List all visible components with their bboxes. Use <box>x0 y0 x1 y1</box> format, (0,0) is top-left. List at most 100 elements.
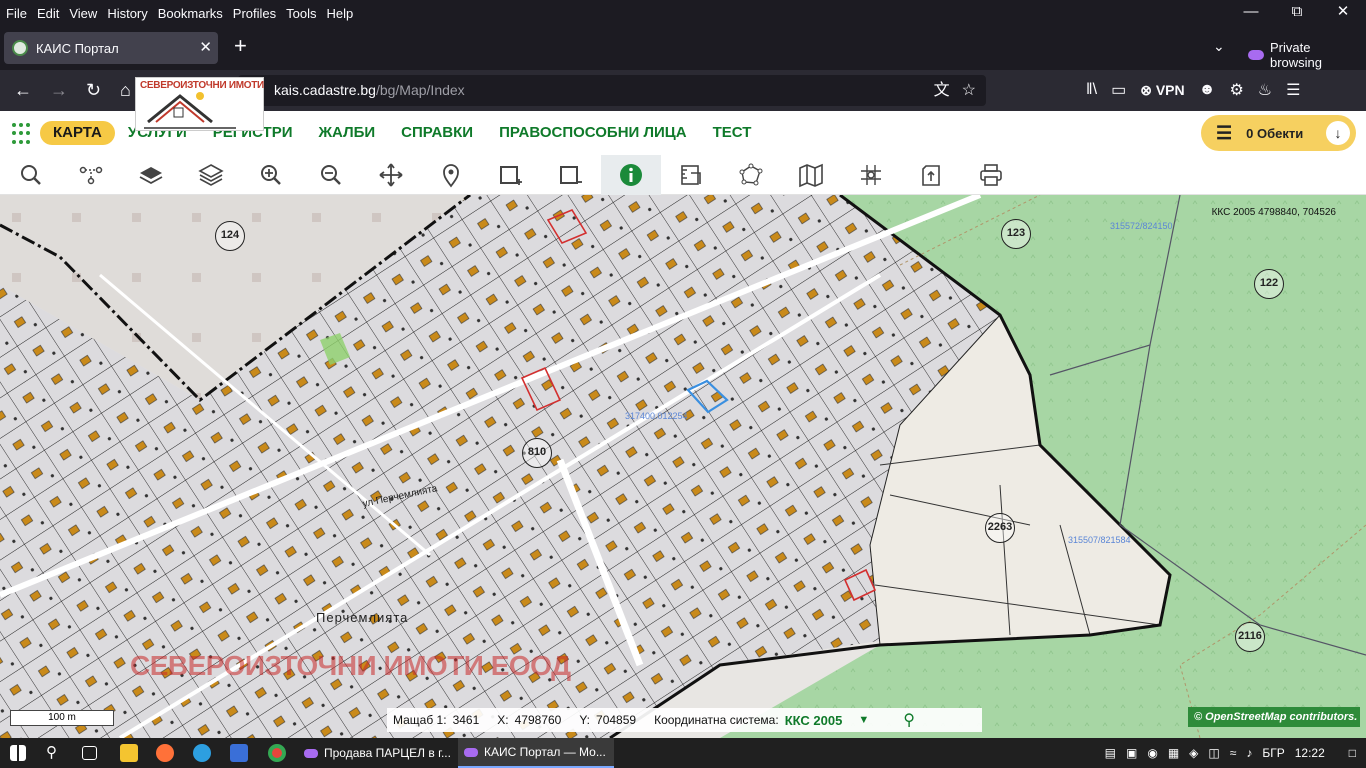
back-icon[interactable]: ← <box>14 78 32 102</box>
menu-hamburger-icon: ☰ <box>1216 122 1233 143</box>
new-tab-icon[interactable]: + <box>234 35 247 57</box>
url-domain: kais.cadastre.bg <box>274 82 376 98</box>
mail-icon[interactable] <box>230 744 248 762</box>
taskbar-app-kais[interactable]: КАИС Портал — Мо... <box>458 738 614 768</box>
measure-icon[interactable] <box>661 155 721 195</box>
menu-bookmarks[interactable]: Bookmarks <box>158 6 223 21</box>
camera-tray-icon[interactable]: ◉ <box>1147 746 1157 760</box>
menu-help[interactable]: Help <box>327 6 354 21</box>
language-indicator[interactable]: БГР <box>1262 746 1284 760</box>
vpn-button[interactable]: ⊗ VPN <box>1140 82 1184 99</box>
y-value: 704859 <box>596 713 637 727</box>
windows-start-icon[interactable] <box>10 745 26 761</box>
nav-test[interactable]: ТЕСТ <box>700 121 765 145</box>
menu-tools[interactable]: Tools <box>286 6 316 21</box>
library-icon[interactable]: ‖\ <box>1086 81 1097 99</box>
print-icon[interactable] <box>961 155 1021 195</box>
scale-bar: 100 m <box>10 710 114 726</box>
screen: File Edit View History Bookmarks Profile… <box>0 0 1366 768</box>
close-window-icon[interactable]: ✕ <box>1320 0 1366 26</box>
layers-icon[interactable] <box>181 155 241 195</box>
draw-rect-add-icon[interactable] <box>481 155 541 195</box>
site-favicon-icon <box>12 40 28 56</box>
menu-edit[interactable]: Edit <box>37 6 59 21</box>
place-label: Перчемлията <box>316 610 409 625</box>
export-icon[interactable] <box>901 155 961 195</box>
translate-icon[interactable]: 文 <box>934 75 950 106</box>
watermark-text: СЕВЕРОИЗТОЧНИ ИМОТИ ЕООД <box>130 650 571 681</box>
polygon-icon[interactable] <box>721 155 781 195</box>
minimize-icon[interactable]: — <box>1228 0 1274 26</box>
objects-button[interactable]: ☰ 0 Обекти ↓ <box>1201 115 1356 151</box>
search-icon[interactable] <box>1 155 61 195</box>
wifi-tray-icon[interactable]: ≈ <box>1230 746 1237 760</box>
security-tray-icon[interactable]: ◈ <box>1189 746 1198 760</box>
firefox-icon[interactable] <box>156 744 174 762</box>
zoom-in-icon[interactable] <box>241 155 301 195</box>
coordinate-system-select[interactable]: ККС 2005 <box>785 713 843 728</box>
extensions-icon[interactable]: ⚙ <box>1229 80 1243 100</box>
chrome-icon[interactable] <box>268 744 286 762</box>
menu-history[interactable]: History <box>107 6 147 21</box>
zoom-out-icon[interactable] <box>301 155 361 195</box>
app-tray-icon[interactable]: ▣ <box>1126 746 1137 760</box>
forward-icon[interactable]: → <box>50 78 68 102</box>
sidebar-icon[interactable]: ▭ <box>1111 80 1126 100</box>
url-bar-icons: 文 ☆ <box>934 75 976 106</box>
coordinate-search-icon[interactable]: ⚲ <box>903 710 915 730</box>
tab-title: КАИС Портал <box>36 40 119 56</box>
apps-grid-icon[interactable] <box>12 123 34 145</box>
coordinate-system-label: Координатна система: <box>654 713 779 727</box>
menu-file[interactable]: File <box>6 6 27 21</box>
scale-value: 3461 <box>452 713 480 727</box>
clock[interactable]: 12:22 <box>1295 746 1325 760</box>
network-tray-icon[interactable]: ▤ <box>1105 746 1116 760</box>
pan-icon[interactable] <box>361 155 421 195</box>
display-tray-icon[interactable]: ▦ <box>1168 746 1179 760</box>
dropdown-arrow-icon[interactable]: ▼ <box>858 714 869 726</box>
battery-tray-icon[interactable]: ◫ <box>1208 746 1219 760</box>
x-label: X: <box>497 713 509 727</box>
notifications-icon[interactable]: □ <box>1349 746 1356 760</box>
close-tab-icon[interactable]: ✕ <box>199 38 212 56</box>
fire-icon[interactable]: ♨ <box>1258 80 1272 100</box>
nav-pravosposobni-litsa[interactable]: ПРАВОСПОСОБНИ ЛИЦА <box>486 121 700 145</box>
app-menu-icon[interactable]: ☰ <box>1286 80 1300 100</box>
edge-icon[interactable] <box>193 744 211 762</box>
download-arrow-icon[interactable]: ↓ <box>1326 121 1350 145</box>
cadastral-map[interactable]: ККС 2005 4798840, 704526 124 123 122 810… <box>0 195 1366 738</box>
map-icon[interactable] <box>781 155 841 195</box>
reload-icon[interactable]: ↻ <box>86 78 101 102</box>
home-icon[interactable]: ⌂ <box>120 78 131 102</box>
taskbar-app-label: КАИС Портал — Мо... <box>484 745 606 759</box>
tab-kais[interactable]: КАИС Портал ✕ <box>4 32 218 64</box>
pin-icon[interactable] <box>421 155 481 195</box>
tab-bar: КАИС Портал ✕ + ⌄ Private browsing <box>0 26 1366 70</box>
layer-icon[interactable] <box>121 155 181 195</box>
nav-karta[interactable]: КАРТА <box>40 121 115 145</box>
restore-icon[interactable]: ⧉ <box>1274 0 1320 26</box>
nav-spravki[interactable]: СПРАВКИ <box>388 121 486 145</box>
volume-tray-icon[interactable]: ♪ <box>1246 746 1252 760</box>
draw-rect-remove-icon[interactable] <box>541 155 601 195</box>
bookmark-star-icon[interactable]: ☆ <box>962 75 976 106</box>
tab-list-chevron-icon[interactable]: ⌄ <box>1213 38 1225 55</box>
menu-bar: File Edit View History Bookmarks Profile… <box>0 0 1366 26</box>
window-controls: — ⧉ ✕ <box>1228 0 1366 26</box>
taskbar-app-prodava[interactable]: Продава ПАРЦЕЛ в г... <box>298 738 453 768</box>
task-view-icon[interactable] <box>82 746 97 760</box>
nav-zhalbi[interactable]: ЖАЛБИ <box>306 121 389 145</box>
vpn-label: VPN <box>1155 81 1185 98</box>
menu-view[interactable]: View <box>69 6 97 21</box>
file-explorer-icon[interactable] <box>120 744 138 762</box>
private-mask-icon <box>1248 50 1264 60</box>
info-icon[interactable] <box>601 155 661 195</box>
route-icon[interactable] <box>61 155 121 195</box>
grid-icon[interactable] <box>841 155 901 195</box>
menu-profiles[interactable]: Profiles <box>233 6 276 21</box>
url-bar[interactable]: kais.cadastre.bg/bg/Map/Index 文 ☆ <box>238 75 986 106</box>
account-icon[interactable]: ☻ <box>1199 81 1216 99</box>
search-taskbar-icon[interactable]: ⚲ <box>46 744 64 762</box>
osm-attribution[interactable]: © OpenStreetMap contributors. <box>1188 707 1360 727</box>
private-mask-icon <box>304 748 318 758</box>
